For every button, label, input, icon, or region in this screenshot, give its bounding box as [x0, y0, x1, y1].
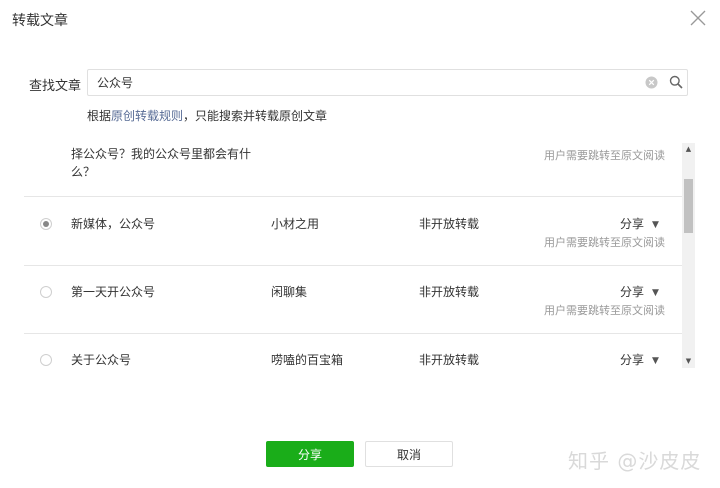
reprint-permission: 非开放转载	[419, 285, 480, 299]
radio-button[interactable]	[40, 218, 52, 230]
cancel-button[interactable]: 取消	[365, 441, 453, 467]
article-title: 第一天开公众号	[71, 285, 156, 299]
watermark: 知乎 @沙皮皮	[568, 449, 702, 473]
chevron-down-icon: ▼	[652, 288, 659, 298]
close-icon[interactable]	[689, 9, 707, 27]
clear-icon[interactable]	[645, 76, 658, 89]
rules-link[interactable]: 原创转载规则	[111, 109, 183, 123]
list-item[interactable]: 新媒体，公众号 小材之用 非开放转载 分享 ▼ 用户需要跳转至原文阅读	[24, 197, 682, 266]
article-title: 新媒体，公众号	[71, 217, 156, 231]
share-dropdown[interactable]: 分享 ▼	[620, 215, 659, 232]
dialog-title: 转载文章	[12, 13, 68, 29]
chevron-down-icon: ▼	[652, 220, 659, 230]
reprint-permission: 非开放转载	[419, 353, 480, 367]
hint-prefix: 根据	[87, 109, 112, 123]
article-author: 唠嗑的百宝箱	[271, 353, 344, 367]
chevron-down-icon: ▼	[652, 356, 659, 366]
scroll-up-icon[interactable]: ▲	[682, 143, 695, 156]
search-box	[87, 69, 688, 96]
scroll-thumb[interactable]	[684, 179, 693, 233]
share-label: 分享	[620, 285, 645, 299]
article-title: 择公众号？我的公众号里都会有什么？	[71, 147, 252, 179]
radio-button[interactable]	[40, 286, 52, 298]
search-icon[interactable]	[669, 75, 683, 89]
scroll-down-icon[interactable]: ▼	[682, 355, 695, 368]
share-button[interactable]: 分享	[266, 441, 354, 467]
article-author: 小材之用	[271, 217, 320, 231]
search-hint: 根据原创转载规则，只能搜索并转载原创文章	[87, 107, 327, 124]
read-original-note: 用户需要跳转至原文阅读	[544, 149, 665, 162]
share-dropdown[interactable]: 分享 ▼	[620, 283, 659, 300]
search-input[interactable]	[88, 70, 628, 95]
list-scrollbar[interactable]: ▲ ▼	[682, 143, 695, 368]
share-dropdown[interactable]: 分享 ▼	[620, 351, 659, 368]
reprint-permission: 非开放转载	[419, 217, 480, 231]
hint-suffix: ，只能搜索并转载原创文章	[183, 109, 328, 123]
read-original-note: 用户需要跳转至原文阅读	[544, 304, 665, 317]
article-title: 关于公众号	[71, 353, 132, 367]
radio-button[interactable]	[40, 354, 52, 366]
list-item[interactable]: 择公众号？我的公众号里都会有什么？ 用户需要跳转至原文阅读	[24, 131, 682, 197]
share-label: 分享	[620, 217, 645, 231]
search-label: 查找文章	[29, 79, 82, 94]
list-item[interactable]: 关于公众号 唠嗑的百宝箱 非开放转载 分享 ▼	[24, 334, 682, 368]
list-item[interactable]: 第一天开公众号 闲聊集 非开放转载 分享 ▼ 用户需要跳转至原文阅读	[24, 266, 682, 334]
share-label: 分享	[620, 353, 645, 367]
read-original-note: 用户需要跳转至原文阅读	[544, 236, 665, 249]
article-author: 闲聊集	[271, 285, 308, 299]
article-list: 择公众号？我的公众号里都会有什么？ 用户需要跳转至原文阅读 新媒体，公众号 小材…	[24, 131, 682, 368]
